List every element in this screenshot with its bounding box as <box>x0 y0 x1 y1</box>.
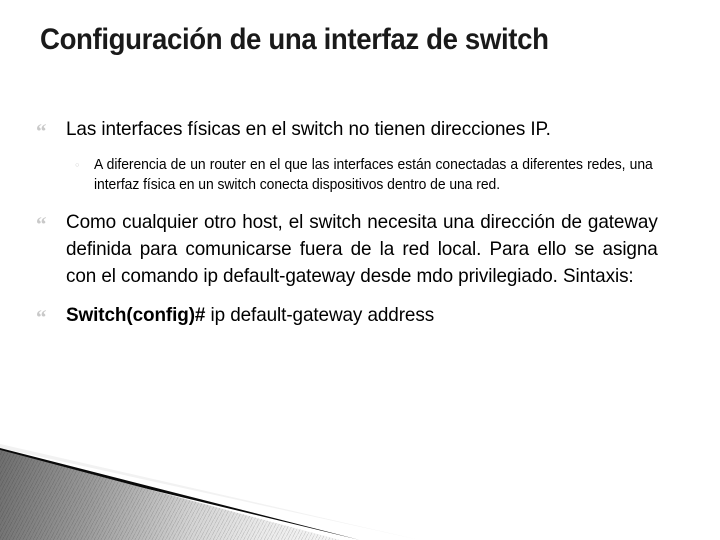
slide-body: “ Las interfaces físicas en el switch no… <box>36 116 676 331</box>
bullet-text: Como cualquier otro host, el switch nece… <box>66 211 658 287</box>
bullet-item: “ Como cualquier otro host, el switch ne… <box>36 209 676 290</box>
command-prompt: Switch(config)# <box>66 304 206 326</box>
decorative-light-band <box>0 444 420 540</box>
decorative-black-stripe <box>0 448 360 540</box>
decorative-corner-graphic <box>0 444 420 540</box>
page-title: Configuración de una interfaz de switch <box>40 23 549 56</box>
command-arguments: ip default-gateway address <box>205 304 435 326</box>
decorative-gray-wedge <box>0 449 340 540</box>
double-quote-marker-icon: “ <box>36 305 47 329</box>
sub-bullet-item: ◦ A diferencia de un router en el que la… <box>74 155 676 195</box>
double-quote-marker-icon: “ <box>36 119 47 143</box>
double-quote-marker-icon: “ <box>36 212 47 236</box>
slide: Configuración de una interfaz de switch … <box>0 0 720 540</box>
bullet-item-command: “ Switch(config)# ip default-gateway add… <box>36 302 676 329</box>
bullet-item: “ Las interfaces físicas en el switch no… <box>36 116 676 143</box>
command-line: Switch(config)# ip default-gateway addre… <box>66 302 658 329</box>
bullet-text: Las interfaces físicas en el switch no t… <box>66 118 551 140</box>
sub-bullet-text: A diferencia de un router en el que las … <box>94 157 653 193</box>
hollow-circle-marker-icon: ◦ <box>74 159 81 172</box>
